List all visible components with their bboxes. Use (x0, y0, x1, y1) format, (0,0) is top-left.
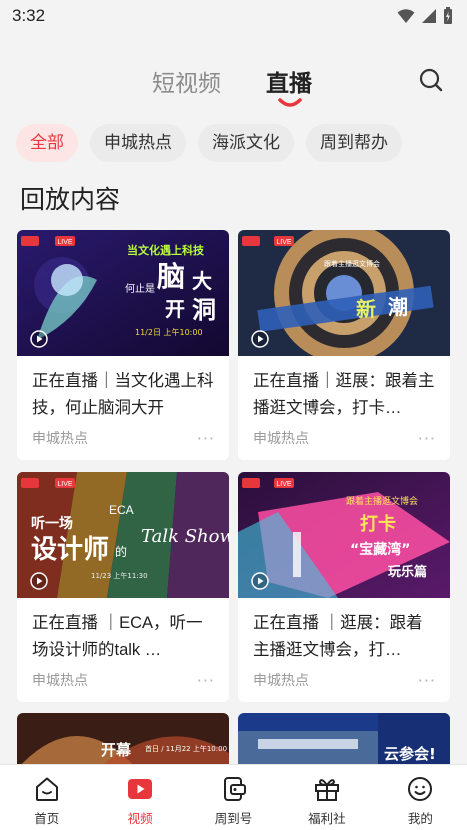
svg-text:11/23 上午11:30: 11/23 上午11:30 (91, 571, 148, 580)
nav-mine[interactable]: 我的 (374, 765, 467, 830)
status-bar: 3:32 (0, 0, 467, 32)
thumbnail-art: LIVE 跟着主播逛文博会 打卡 “宝藏湾” 玩乐篇 (238, 472, 450, 598)
gift-icon (314, 779, 339, 801)
bottom-nav: 首页 视频 周到号 福利社 我的 (0, 764, 467, 830)
svg-text:LIVE: LIVE (276, 239, 292, 246)
play-icon[interactable] (30, 572, 48, 590)
thumbnail-art: LIVE ECA 听一场 设计师 的 Talk Show 11/23 上午11:… (17, 472, 229, 598)
chip-all[interactable]: 全部 (16, 124, 78, 162)
card-title[interactable]: 正在直播 ｜ECA，听一场设计师的talk … (32, 610, 215, 664)
account-icon (223, 777, 246, 801)
svg-text:设计师: 设计师 (31, 535, 109, 565)
card-source: 申城热点 (32, 430, 88, 446)
svg-text:11/2日 上午10:00: 11/2日 上午10:00 (135, 327, 203, 337)
video-card[interactable]: LIVE 当文化遇上科技 脑 大 何止是 开 洞 11/2日 上午10:00 正… (17, 230, 229, 460)
chip-haipai-culture[interactable]: 海派文化 (198, 124, 294, 162)
svg-text:当文化遇上科技: 当文化遇上科技 (127, 243, 205, 257)
more-icon[interactable]: ··· (418, 429, 436, 448)
nav-video[interactable]: 视频 (93, 765, 186, 830)
nav-welfare[interactable]: 福利社 (280, 765, 373, 830)
svg-text:Talk Show: Talk Show (141, 526, 229, 547)
card-title[interactable]: 正在直播｜当文化遇上科技，何止脑洞大开 (32, 368, 215, 422)
svg-text:的: 的 (115, 544, 127, 559)
video-icon (128, 779, 153, 799)
card-footer: 申城热点 ··· (32, 428, 215, 448)
video-card[interactable]: LIVE 跟着主播逛文博会 新 潮 正在直播｜逛展：跟着主播逛文博会，打卡… 申… (238, 230, 450, 460)
tab-live[interactable]: 直播 (266, 64, 312, 98)
svg-text:潮: 潮 (388, 295, 408, 319)
svg-text:大: 大 (192, 269, 212, 293)
wifi-icon (397, 9, 415, 23)
play-icon[interactable] (30, 330, 48, 348)
svg-text:脑: 脑 (157, 260, 185, 293)
thumbnail-art: 云参会! (238, 713, 450, 769)
thumbnail-art: 开幕 首日 / 11月22 上午10:00 (17, 713, 229, 769)
top-tabs: 短视频 直播 (0, 50, 467, 110)
section-title: 回放内容 (20, 186, 121, 214)
svg-text:LIVE: LIVE (276, 481, 292, 488)
svg-text:打卡: 打卡 (360, 513, 396, 535)
card-source: 申城热点 (253, 672, 309, 688)
more-icon[interactable]: ··· (418, 671, 436, 690)
more-icon[interactable]: ··· (197, 671, 215, 690)
nav-zhoudaohao[interactable]: 周到号 (187, 765, 280, 830)
card-source: 申城热点 (253, 430, 309, 446)
more-icon[interactable]: ··· (197, 429, 215, 448)
nav-label: 福利社 (308, 812, 346, 826)
svg-text:玩乐篇: 玩乐篇 (388, 564, 427, 580)
nav-label: 周到号 (214, 812, 253, 826)
card-footer: 申城热点 ··· (253, 428, 436, 448)
svg-text:“宝藏湾”: “宝藏湾” (350, 541, 410, 558)
chip-shencheng-hot[interactable]: 申城热点 (90, 124, 186, 162)
svg-text:洞: 洞 (192, 296, 216, 324)
chip-zhoudao-help[interactable]: 周到帮办 (306, 124, 402, 162)
nav-label: 我的 (407, 812, 433, 826)
svg-text:听一场: 听一场 (31, 515, 73, 532)
video-card[interactable]: 云参会! (238, 713, 450, 769)
svg-text:何止是: 何止是 (125, 282, 155, 295)
svg-text:LIVE: LIVE (57, 481, 73, 488)
home-icon (35, 777, 58, 801)
svg-text:首日 / 11月22 上午10:00: 首日 / 11月22 上午10:00 (145, 744, 227, 753)
svg-text:云参会!: 云参会! (384, 745, 436, 763)
video-thumbnail[interactable]: LIVE ECA 听一场 设计师 的 Talk Show 11/23 上午11:… (17, 472, 229, 598)
category-chips: 全部 申城热点 海派文化 周到帮办 (0, 124, 467, 162)
thumbnail-art: LIVE 当文化遇上科技 脑 大 何止是 开 洞 11/2日 上午10:00 (17, 230, 229, 356)
signal-icon (422, 9, 436, 23)
play-icon[interactable] (251, 572, 269, 590)
svg-text:开: 开 (165, 297, 185, 321)
svg-text:跟着主播逛文博会: 跟着主播逛文博会 (346, 495, 418, 507)
play-icon[interactable] (251, 330, 269, 348)
card-title[interactable]: 正在直播 ｜逛展：跟着主播逛文博会，打… (253, 610, 436, 664)
card-source: 申城热点 (32, 672, 88, 688)
svg-text:开幕: 开幕 (101, 741, 132, 759)
video-card[interactable]: 开幕 首日 / 11月22 上午10:00 (17, 713, 229, 769)
svg-text:ECA: ECA (109, 503, 134, 517)
search-icon[interactable] (418, 67, 444, 93)
video-thumbnail[interactable]: LIVE 跟着主播逛文博会 打卡 “宝藏湾” 玩乐篇 (238, 472, 450, 598)
status-time: 3:32 (12, 6, 46, 25)
svg-text:新: 新 (356, 297, 376, 321)
svg-text:跟着主播逛文博会: 跟着主播逛文博会 (324, 259, 380, 268)
nav-label: 视频 (127, 812, 153, 826)
battery-icon (444, 7, 452, 24)
card-footer: 申城热点 ··· (32, 670, 215, 690)
active-tab-indicator (278, 98, 302, 107)
thumbnail-art: LIVE 跟着主播逛文博会 新 潮 (238, 230, 450, 356)
video-card[interactable]: LIVE 跟着主播逛文博会 打卡 “宝藏湾” 玩乐篇 正在直播 ｜逛展：跟着主播… (238, 472, 450, 702)
video-thumbnail[interactable]: LIVE 当文化遇上科技 脑 大 何止是 开 洞 11/2日 上午10:00 (17, 230, 229, 356)
card-footer: 申城热点 ··· (253, 670, 436, 690)
video-card[interactable]: LIVE ECA 听一场 设计师 的 Talk Show 11/23 上午11:… (17, 472, 229, 702)
nav-label: 首页 (34, 812, 60, 826)
status-icons (397, 7, 453, 25)
tab-short-video[interactable]: 短视频 (152, 64, 221, 98)
svg-text:LIVE: LIVE (57, 239, 73, 246)
nav-home[interactable]: 首页 (0, 765, 93, 830)
card-title[interactable]: 正在直播｜逛展：跟着主播逛文博会，打卡… (253, 368, 436, 422)
video-thumbnail[interactable]: LIVE 跟着主播逛文博会 新 潮 (238, 230, 450, 356)
profile-icon (408, 777, 433, 801)
